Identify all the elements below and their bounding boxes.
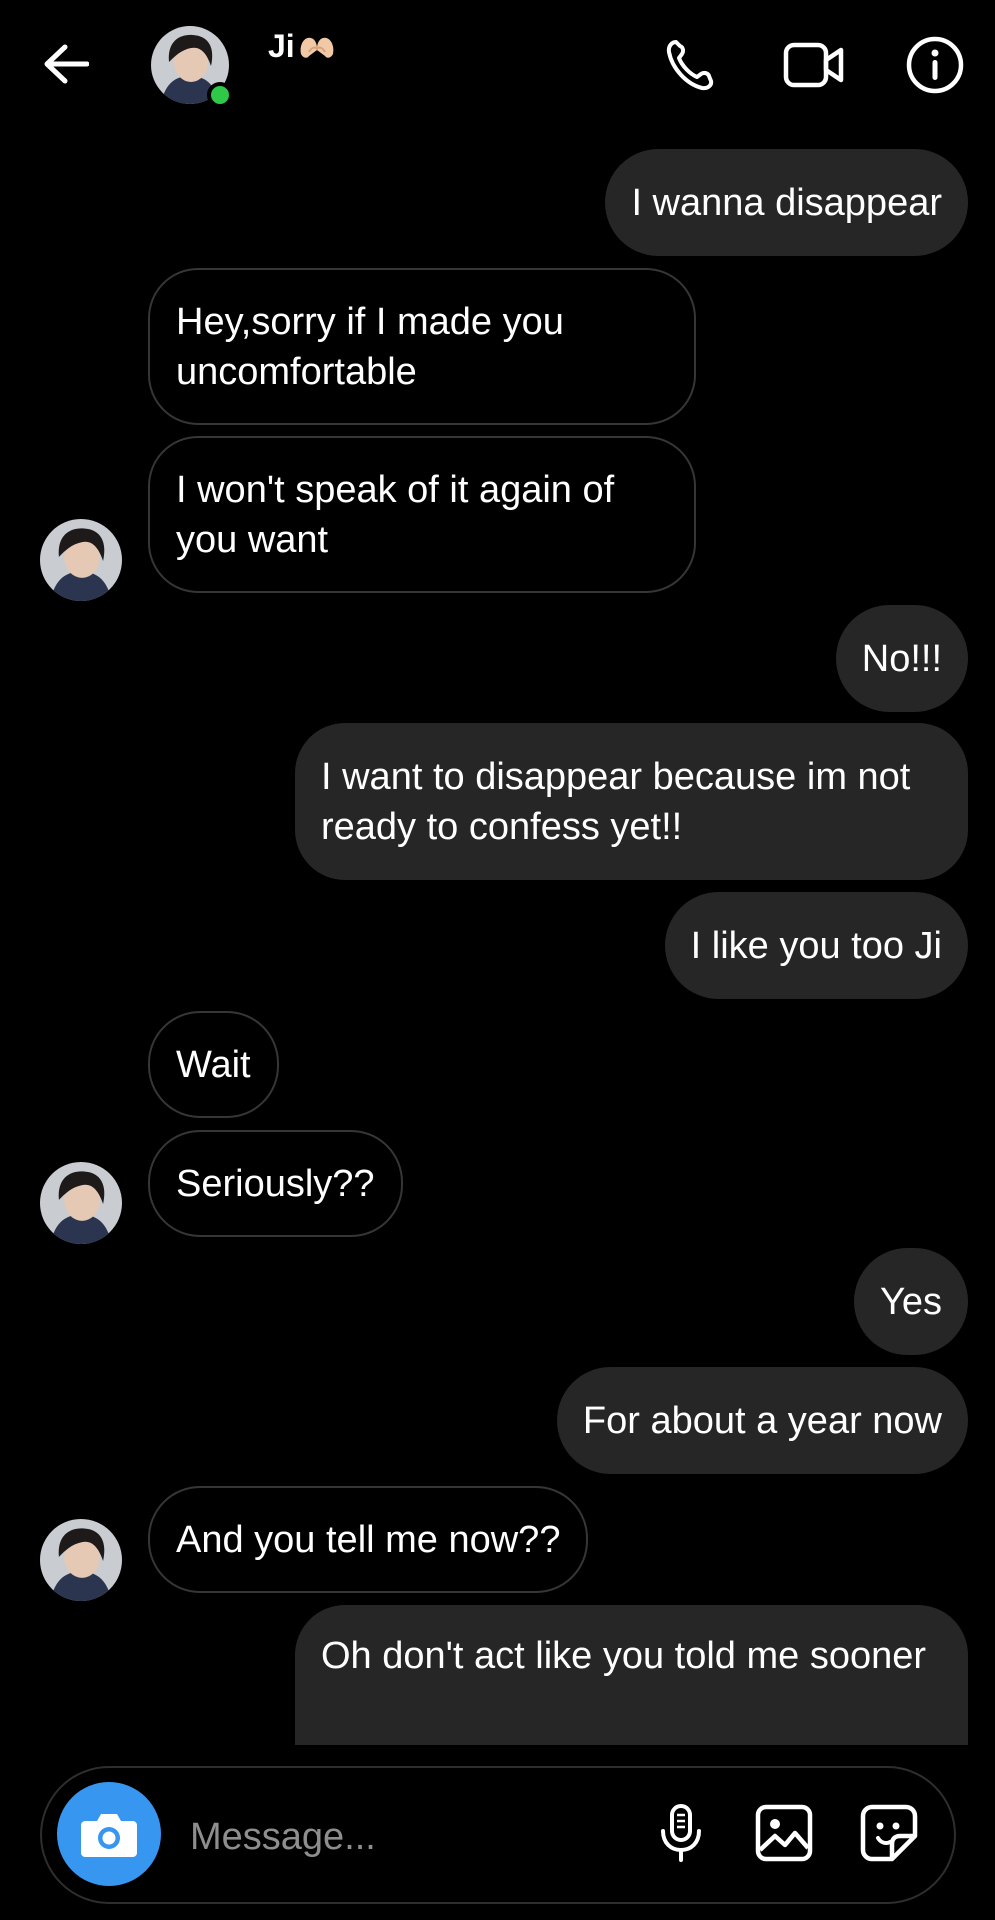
message-text: For about a year now [582, 1399, 942, 1442]
message-bubble-received[interactable]: I won't speak of it again of you want [148, 436, 696, 593]
message-text: I like you too Ji [690, 924, 942, 967]
message-text: I wanna disappear [631, 181, 942, 224]
message-text: No!!! [861, 637, 942, 680]
message-bubble-sent[interactable]: Yes [854, 1248, 968, 1355]
gallery-button[interactable] [749, 1798, 819, 1868]
message-text: Oh don't act like you told me sooner [321, 1635, 927, 1677]
sender-avatar[interactable] [40, 519, 122, 601]
chat-header: Ji [0, 0, 995, 130]
voice-message-button[interactable] [646, 1798, 716, 1868]
gallery-icon [755, 1804, 813, 1862]
voice-call-button[interactable] [656, 32, 722, 98]
sender-avatar[interactable] [40, 1519, 122, 1601]
message-bubble-received[interactable]: And you tell me now?? [148, 1486, 589, 1593]
message-text: I want to disappear because im not ready… [321, 755, 911, 848]
info-icon [906, 36, 964, 94]
video-camera-icon [783, 42, 844, 88]
message-bubble-sent[interactable]: I wanna disappear [605, 149, 968, 256]
message-text: And you tell me now?? [176, 1518, 561, 1561]
message-text: I won't speak of it again of you want [176, 468, 615, 561]
message-text: Hey,sorry if I made you uncomfortable [176, 300, 564, 393]
message-text: Wait [176, 1043, 251, 1086]
message-text: Yes [880, 1280, 942, 1323]
contact-avatar[interactable] [151, 26, 233, 108]
camera-button[interactable] [57, 1782, 161, 1886]
message-bubble-sent[interactable]: For about a year now [556, 1367, 968, 1474]
online-status-dot [207, 82, 233, 108]
message-bubble-sent[interactable]: I like you too Ji [664, 892, 968, 999]
message-bubble-sent[interactable]: Oh don't act like you told me sooner [295, 1605, 968, 1745]
message-bubble-received[interactable]: Hey,sorry if I made you uncomfortable [148, 268, 696, 425]
microphone-icon [661, 1804, 701, 1862]
conversation-info-button[interactable] [902, 32, 968, 98]
camera-icon [81, 1814, 137, 1857]
hand-heart-icon [297, 31, 337, 61]
message-composer [40, 1766, 956, 1904]
message-bubble-received[interactable]: Wait [148, 1011, 279, 1118]
message-bubble-received[interactable]: Seriously?? [148, 1130, 403, 1237]
sender-avatar[interactable] [40, 1162, 122, 1244]
back-button[interactable] [34, 32, 98, 96]
message-bubble-sent[interactable]: No!!! [835, 605, 968, 712]
sticker-button[interactable] [854, 1798, 924, 1868]
arrow-left-icon [44, 44, 89, 84]
video-call-button[interactable] [781, 32, 847, 98]
phone-icon [666, 40, 714, 91]
message-input[interactable] [188, 1806, 632, 1868]
contact-name[interactable]: Ji [268, 26, 337, 66]
sticker-icon [860, 1804, 918, 1862]
contact-name-text: Ji [268, 28, 295, 64]
message-text: Seriously?? [176, 1162, 375, 1205]
message-bubble-sent[interactable]: I want to disappear because im not ready… [295, 723, 968, 880]
